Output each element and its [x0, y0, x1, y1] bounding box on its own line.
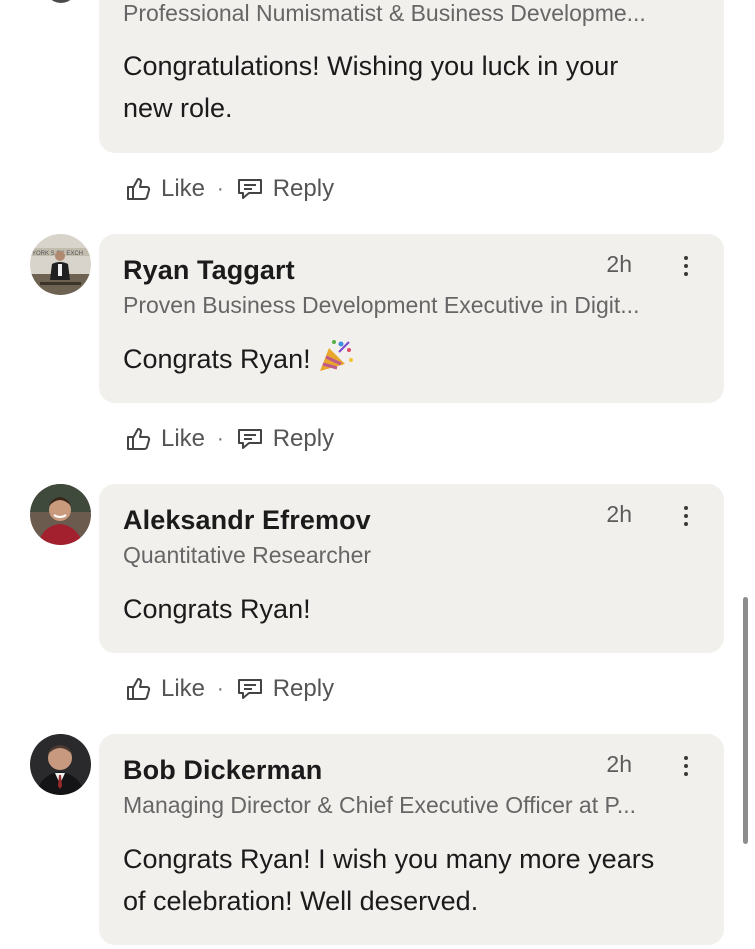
action-separator: ·: [217, 177, 224, 200]
more-options-button[interactable]: [674, 750, 698, 782]
reply-label: Reply: [272, 425, 335, 452]
like-button[interactable]: Like: [124, 675, 205, 703]
action-separator: ·: [217, 427, 224, 450]
commenter-headline: Managing Director & Chief Executive Offi…: [123, 792, 637, 818]
commenter-avatar[interactable]: [44, 0, 78, 3]
reply-button[interactable]: Reply: [236, 175, 334, 203]
like-button[interactable]: Like: [124, 175, 205, 203]
comment-bubble: Aleksandr Efremov 2h Quantitative Resear…: [99, 484, 724, 653]
commenter-name[interactable]: Bob Dickerman: [123, 755, 322, 786]
party-popper-icon: [319, 340, 353, 371]
comment-actions: Like · Reply: [124, 172, 334, 206]
scrollbar[interactable]: [743, 597, 748, 844]
commenter-avatar[interactable]: [30, 734, 91, 795]
comment-actions: Like · Reply: [124, 672, 334, 706]
reply-button[interactable]: Reply: [236, 425, 334, 453]
thumbs-up-outline-icon: [127, 178, 151, 200]
more-options-button[interactable]: [674, 500, 698, 532]
comment-actions: Like · Reply: [124, 422, 334, 456]
like-label: Like: [161, 675, 206, 702]
reply-button[interactable]: Reply: [236, 675, 334, 703]
vertical-ellipsis-icon: [684, 506, 688, 510]
commenter-avatar[interactable]: YORK S CK EXCH: [30, 234, 91, 295]
comment-text: Congrats Ryan! I wish you many more year…: [123, 844, 655, 916]
comment-text: Congrats Ryan!: [123, 338, 694, 380]
vertical-ellipsis-icon: [684, 756, 688, 760]
comment-text: Congrats Ryan!: [123, 594, 311, 624]
comment-bubble: Ryan Taggart 2h Proven Business Developm…: [99, 234, 724, 403]
commenter-headline: Proven Business Development Executive in…: [123, 292, 640, 318]
comments-thread: Professional Numismatist & Business Deve…: [0, 0, 755, 949]
comment-timestamp: 2h: [606, 501, 632, 527]
like-label: Like: [161, 425, 206, 452]
commenter-headline: Professional Numismatist & Business Deve…: [123, 0, 646, 26]
thumbs-up-outline-icon: [127, 428, 151, 450]
vertical-ellipsis-icon: [684, 256, 688, 260]
commenter-name[interactable]: Ryan Taggart: [123, 255, 295, 286]
like-button[interactable]: Like: [124, 425, 205, 453]
commenter-avatar[interactable]: [30, 484, 91, 545]
comment-bubble: Professional Numismatist & Business Deve…: [99, 0, 724, 153]
reply-label: Reply: [272, 175, 335, 202]
comment-text: Congratulations! Wishing you luck in you…: [123, 51, 619, 123]
reply-label: Reply: [272, 675, 335, 702]
speech-bubble-outline-icon: [237, 679, 262, 699]
comment-timestamp: 2h: [606, 251, 632, 277]
like-label: Like: [161, 175, 206, 202]
more-options-button[interactable]: [674, 250, 698, 282]
speech-bubble-outline-icon: [237, 179, 262, 199]
thumbs-up-outline-icon: [127, 678, 151, 700]
commenter-headline: Quantitative Researcher: [123, 542, 372, 568]
comment-bubble: Bob Dickerman 2h Managing Director & Chi…: [99, 734, 724, 945]
comment-timestamp: 2h: [606, 751, 632, 777]
commenter-name[interactable]: Aleksandr Efremov: [123, 505, 371, 536]
action-separator: ·: [217, 677, 224, 700]
speech-bubble-outline-icon: [237, 429, 262, 449]
